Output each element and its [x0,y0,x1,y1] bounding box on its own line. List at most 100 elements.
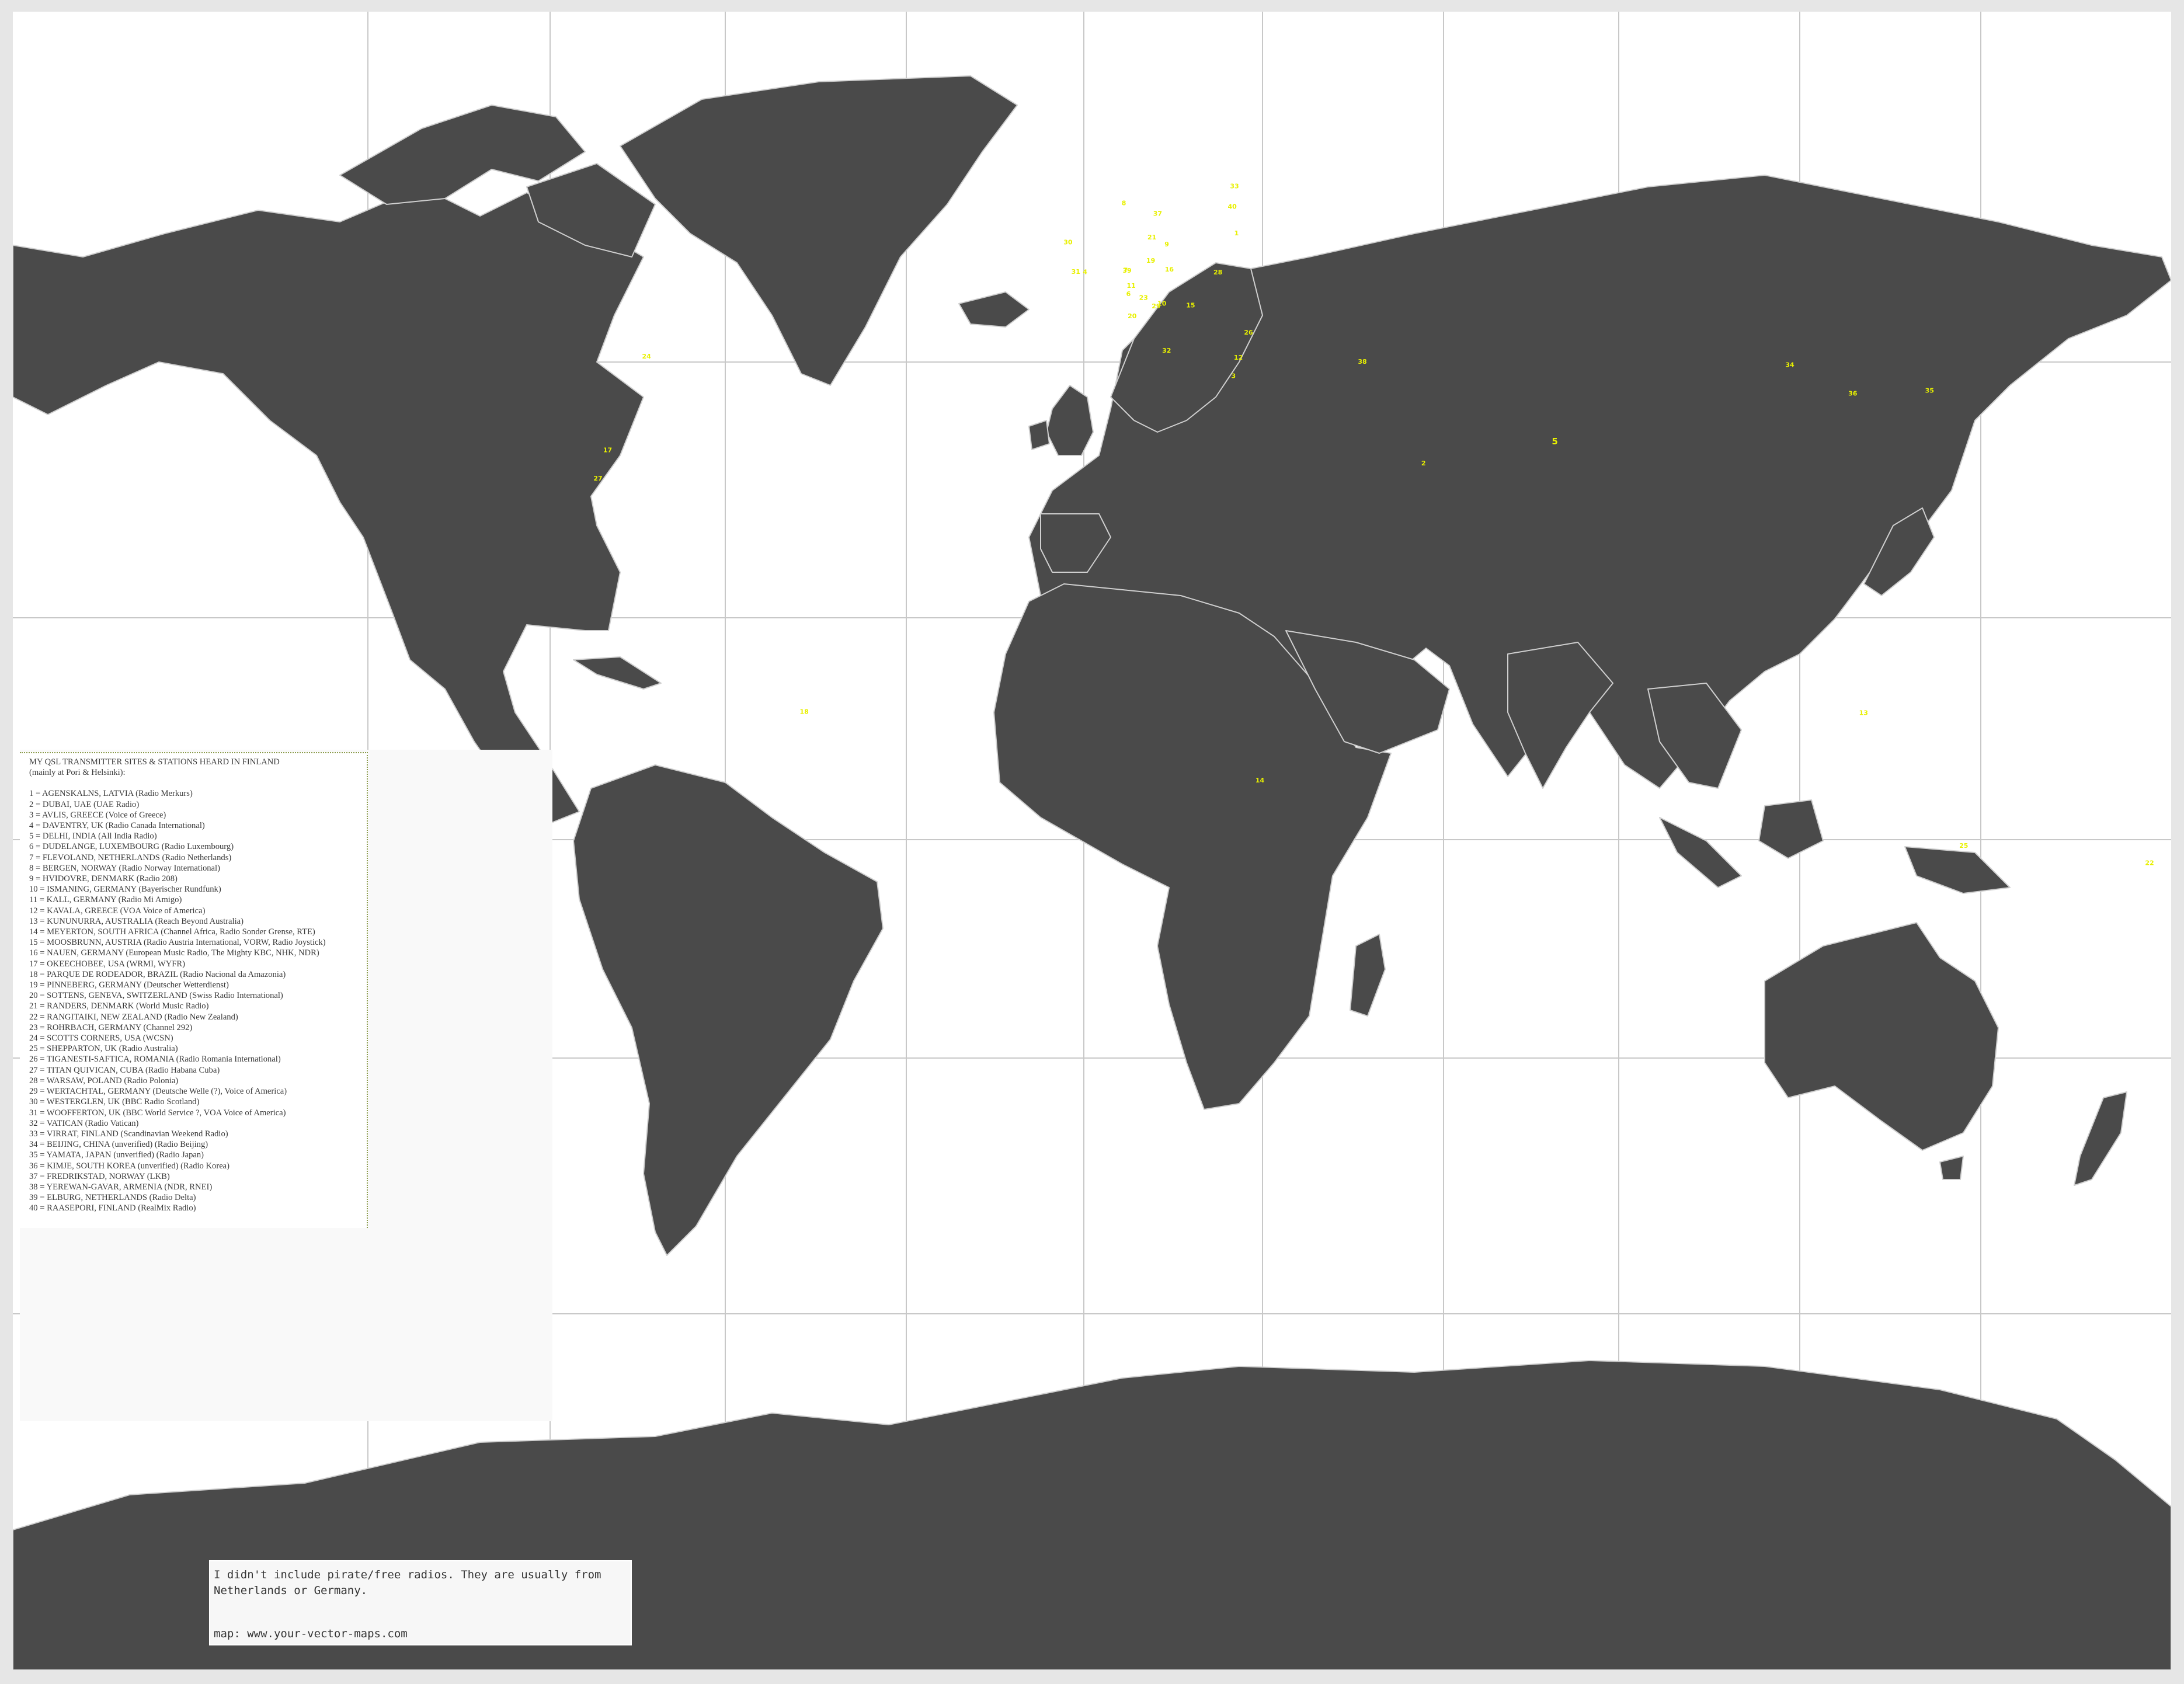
indonesia [1659,817,1742,888]
madagascar [1350,934,1386,1017]
legend-entry: 13 = KUNUNURRA, AUSTRALIA (Reach Beyond … [29,916,244,926]
marker-23: 23 [1139,294,1148,302]
marker-5: 5 [1552,436,1557,447]
legend-entry: 29 = WERTACHTAL, GERMANY (Deutsche Welle… [29,1087,287,1097]
borneo [1758,799,1824,859]
legend-entry: 39 = ELBURG, NETHERLANDS (Radio Delta) [29,1193,196,1203]
north-america [13,186,644,824]
marker-8: 8 [1122,199,1126,207]
legend-entry: 20 = SOTTENS, GENEVA, SWITZERLAND (Swiss… [29,991,283,1001]
marker-6: 6 [1126,290,1131,298]
greenland [620,75,1018,386]
marker-40: 40 [1228,203,1237,210]
legend-entry: 10 = ISMANING, GERMANY (Bayerischer Rund… [29,885,221,895]
legend-entry: 12 = KAVALA, GREECE (VOA Voice of Americ… [29,906,206,916]
marker-33: 33 [1230,182,1239,190]
legend-subtitle: (mainly at Pori & Helsinki): [29,768,126,778]
legend-entry: 40 = RAASEPORI, FINLAND (RealMix Radio) [29,1203,196,1213]
legend-entry: 1 = AGENSKALNS, LATVIA (Radio Merkurs) [29,789,193,799]
legend-entry: 32 = VATICAN (Radio Vatican) [29,1118,139,1128]
legend-entry: 25 = SHEPPARTON, UK (Radio Australia) [29,1044,178,1054]
legend-list: 1 = AGENSKALNS, LATVIA (Radio Merkurs) 2 … [29,788,367,1213]
page: 1 2 3 4 5 6 7 8 9 10 11 12 13 14 15 16 17 18 19 20 21 22 23 24 2… [0,0,2184,1684]
legend-entry: 36 = KIMJE, SOUTH KOREA (unverified) (Ra… [29,1161,230,1171]
legend-entry: 2 = DUBAI, UAE (UAE Radio) [29,799,140,809]
legend-entry: 38 = YEREWAN-GAVAR, ARMENIA (NDR, RNEI) [29,1182,213,1192]
legend-entry: 22 = RANGITAIKI, NEW ZEALAND (Radio New … [29,1012,238,1022]
marker-20: 20 [1128,312,1137,320]
marker-18: 18 [800,708,809,715]
marker-35: 35 [1925,387,1934,395]
marker-31: 31 [1072,268,1080,276]
ireland [1028,420,1050,450]
iceland [958,291,1030,328]
marker-26: 26 [1244,329,1253,336]
marker-11: 11 [1127,282,1136,290]
legend-entry: 28 = WARSAW, POLAND (Radio Polonia) [29,1076,179,1085]
marker-14: 14 [1256,777,1265,784]
note-line-2: Netherlands or Germany. [214,1584,368,1597]
marker-37: 37 [1153,210,1162,218]
legend-entry: 27 = TITAN QUIVICAN, CUBA (Radio Habana … [29,1065,220,1075]
great-britain [1046,385,1094,456]
legend-entry: 5 = DELHI, INDIA (All India Radio) [29,831,157,841]
marker-3: 3 [1231,373,1236,380]
legend-entry: 4 = DAVENTRY, UK (Radio Canada Internati… [29,821,205,831]
south-america [573,764,884,1256]
legend-entry: 34 = BEIJING, CHINA (unverified) (Radio … [29,1140,208,1150]
marker-9: 9 [1164,241,1169,248]
legend-entry: 8 = BERGEN, NORWAY (Radio Norway Interna… [29,863,220,873]
marker-12: 12 [1234,354,1243,361]
legend-entry: 37 = FREDRIKSTAD, NORWAY (LKB) [29,1171,170,1181]
marker-1: 1 [1234,229,1239,237]
cuba [573,656,662,690]
legend-entry: 17 = OKEECHOBEE, USA (WRMI, WYFR) [29,959,185,969]
marker-29: 29 [1152,302,1160,310]
legend: MY QSL TRANSMITTER SITES & STATIONS HEAR… [20,752,368,1228]
legend-entry: 9 = HVIDOVRE, DENMARK (Radio 208) [29,874,178,884]
marker-34: 34 [1785,361,1795,369]
marker-39: 39 [1122,267,1131,274]
legend-entry: 16 = NAUEN, GERMANY (European Music Radi… [29,948,319,958]
legend-entry: 33 = VIRRAT, FINLAND (Scandinavian Weeke… [29,1129,228,1139]
legend-entry: 19 = PINNEBERG, GERMANY (Deutscher Wette… [29,980,229,990]
marker-28: 28 [1213,269,1222,276]
marker-19: 19 [1146,257,1155,265]
marker-25: 25 [1959,842,1968,850]
marker-21: 21 [1147,234,1156,241]
legend-entry: 24 = SCOTTS CORNERS, USA (WCSN) [29,1034,173,1043]
marker-24: 24 [642,353,652,360]
marker-4: 4 [1083,269,1087,276]
marker-22: 22 [2145,859,2154,867]
marker-15: 15 [1186,302,1195,309]
legend-entry: 14 = MEYERTON, SOUTH AFRICA (Channel Afr… [29,927,315,937]
legend-entry: 11 = KALL, GERMANY (Radio Mi Amigo) [29,895,182,905]
legend-entry: 35 = YAMATA, JAPAN (unverified) (Radio J… [29,1150,204,1160]
marker-27: 27 [593,475,602,482]
note-box: I didn't include pirate/free radios. The… [209,1560,632,1645]
legend-entry: 3 = AVLIS, GREECE (Voice of Greece) [29,810,166,820]
legend-entry: 21 = RANDERS, DENMARK (World Music Radio… [29,1001,209,1011]
marker-38: 38 [1358,358,1366,366]
note-line-1: I didn't include pirate/free radios. The… [214,1568,601,1581]
legend-entry: 18 = PARQUE DE RODEADOR, BRAZIL (Radio N… [29,969,286,979]
marker-17: 17 [603,446,612,454]
legend-entry: 7 = FLEVOLAND, NETHERLANDS (Radio Nether… [29,853,232,862]
legend-entry: 15 = MOOSBRUNN, AUSTRIA (Radio Austria I… [29,938,326,948]
map-source: map: www.your-vector-maps.com [214,1627,408,1640]
legend-entry: 31 = WOOFFERTON, UK (BBC World Service ?… [29,1108,286,1118]
legend-title: MY QSL TRANSMITTER SITES & STATIONS HEAR… [29,757,280,767]
marker-30: 30 [1063,238,1073,246]
tasmania [1939,1156,1964,1180]
marker-13: 13 [1859,709,1868,717]
new-guinea [1904,846,2011,894]
legend-entry: 26 = TIGANESTI-SAFTICA, ROMANIA (Radio R… [29,1055,281,1064]
legend-entry: 6 = DUDELANGE, LUXEMBOURG (Radio Luxembo… [29,842,234,852]
marker-2: 2 [1421,460,1426,467]
legend-entry: 30 = WESTERGLEN, UK (BBC Radio Scotland) [29,1097,200,1107]
legend-entry: 23 = ROHRBACH, GERMANY (Channel 292) [29,1022,193,1032]
new-zealand [2074,1091,2127,1186]
marker-36: 36 [1848,389,1858,397]
marker-32: 32 [1162,347,1171,354]
marker-16: 16 [1165,266,1174,273]
